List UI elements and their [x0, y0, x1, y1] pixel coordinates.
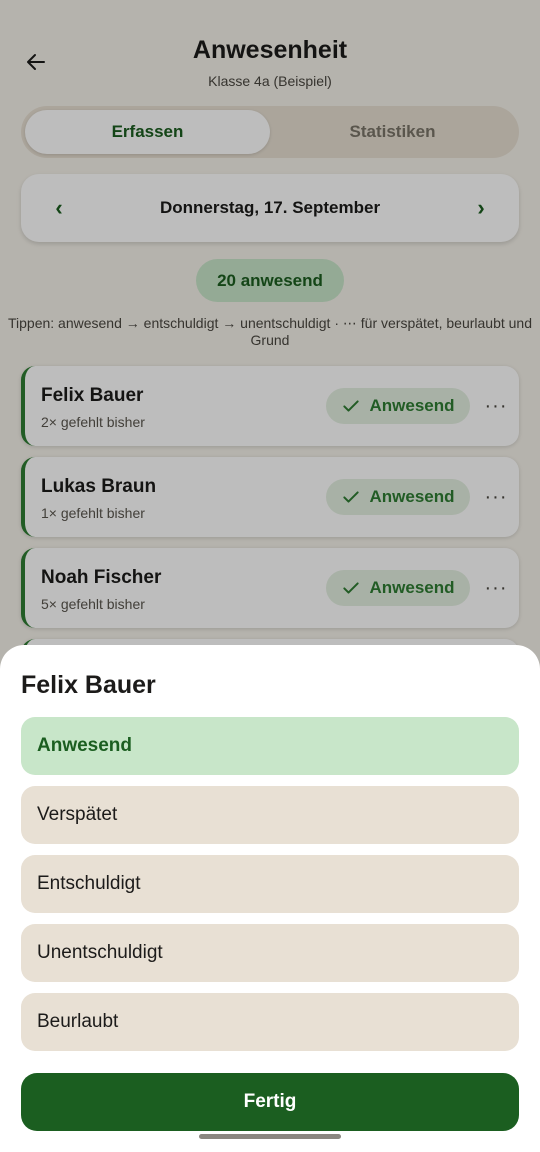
sheet-title: Felix Bauer [21, 671, 156, 699]
option-verspaetet[interactable]: Verspätet [21, 786, 519, 844]
option-anwesend[interactable]: Anwesend [21, 717, 519, 775]
home-indicator[interactable] [199, 1134, 341, 1139]
done-button[interactable]: Fertig [21, 1073, 519, 1131]
status-bottom-sheet: Felix Bauer Anwesend Verspätet Entschuld… [0, 645, 540, 1152]
option-beurlaubt[interactable]: Beurlaubt [21, 993, 519, 1051]
option-entschuldigt[interactable]: Entschuldigt [21, 855, 519, 913]
option-unentschuldigt[interactable]: Unentschuldigt [21, 924, 519, 982]
